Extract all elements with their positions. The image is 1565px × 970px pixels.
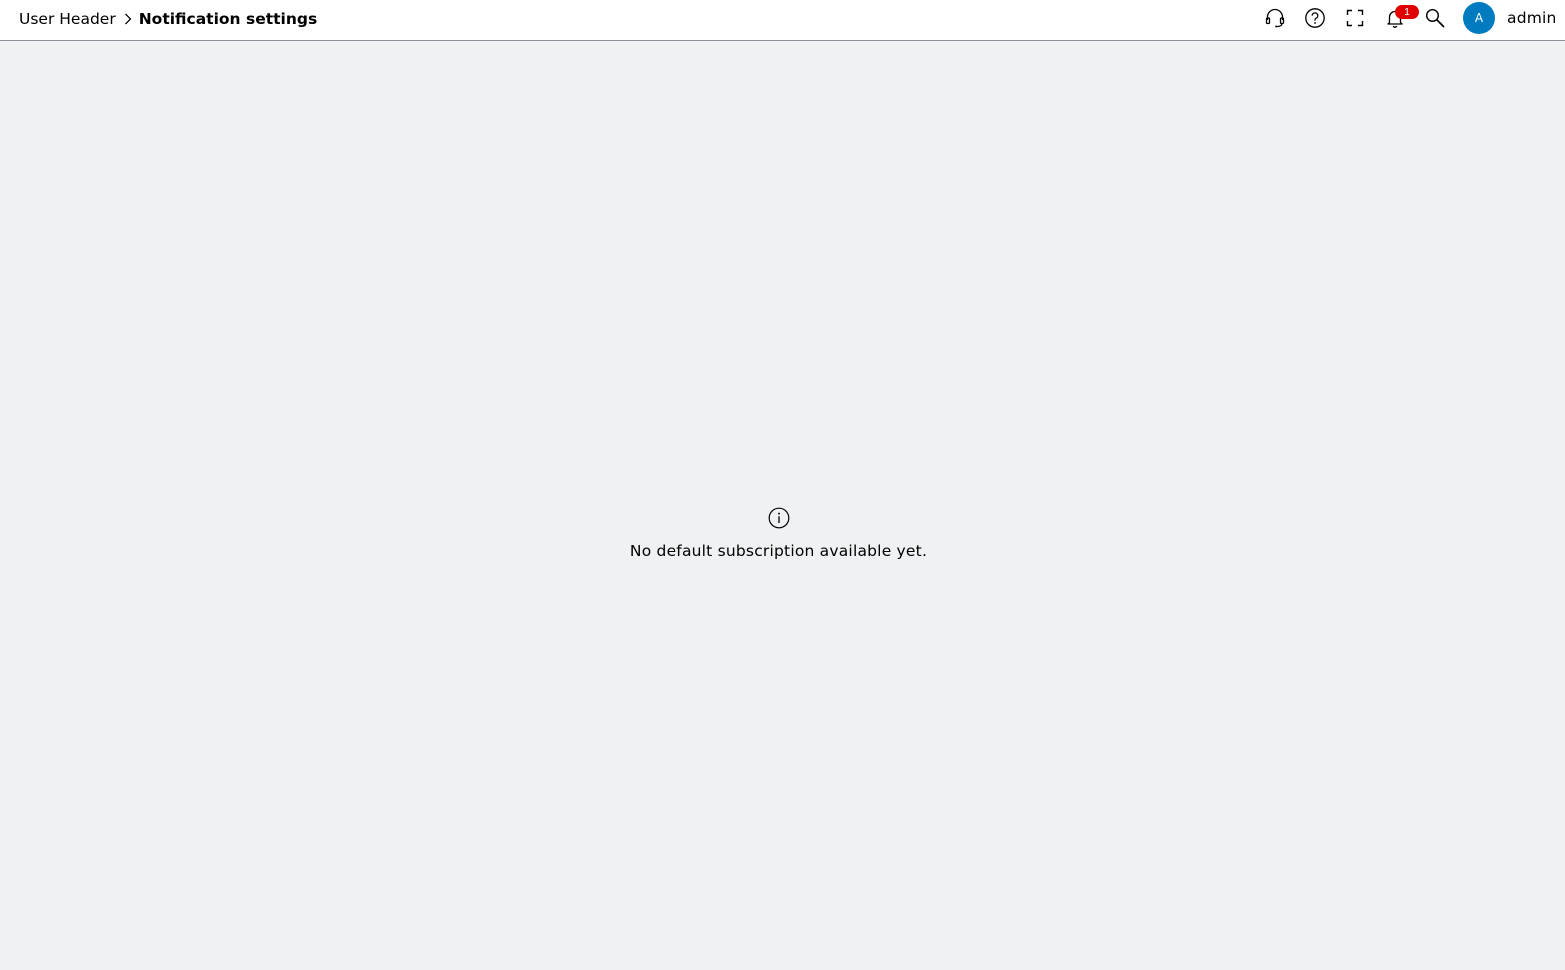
notification-count-badge: 1 [1395,5,1419,19]
breadcrumb: User Header Notification settings [19,0,317,38]
empty-state: No default subscription available yet. [0,507,1557,560]
app-header: User Header Notification settings 1 A ad… [0,0,1565,41]
headset-icon[interactable] [1263,6,1287,30]
search-icon[interactable] [1423,6,1447,30]
breadcrumb-current: Notification settings [138,10,318,28]
chevron-right-icon [124,13,132,25]
avatar[interactable]: A [1463,2,1495,34]
fullscreen-icon[interactable] [1343,6,1367,30]
breadcrumb-parent-link[interactable]: User Header [19,10,116,28]
main-content: No default subscription available yet. [0,41,1565,970]
empty-state-message: No default subscription available yet. [629,542,928,560]
help-icon[interactable] [1303,6,1327,30]
info-icon [768,507,790,529]
username-label[interactable]: admin [1507,0,1557,36]
